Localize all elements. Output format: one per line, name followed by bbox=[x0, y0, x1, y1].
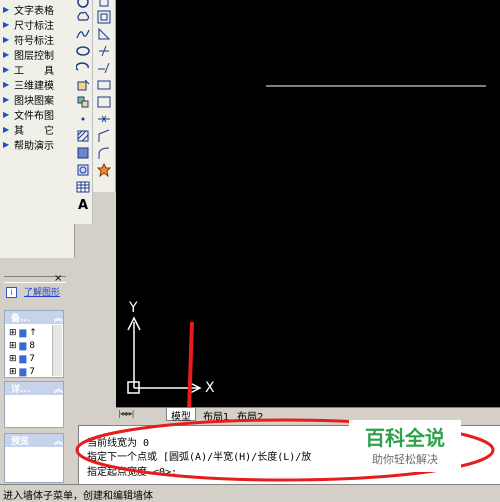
tree-item[interactable]: ⊞ ▆ 7 bbox=[9, 353, 37, 366]
panel-header[interactable]: 预览 ︽ bbox=[5, 434, 63, 447]
make-block-icon[interactable] bbox=[75, 94, 91, 110]
ucs-x-label: X bbox=[205, 380, 215, 396]
folder-icon: ▆ bbox=[19, 341, 27, 351]
scrollbar[interactable] bbox=[52, 325, 62, 376]
ucs-y-label: Y bbox=[129, 300, 138, 316]
menu-item-label: 图块图案 bbox=[14, 96, 54, 107]
arrow-right-icon: ▶ bbox=[3, 35, 10, 44]
menu-item-label: 文字表格 bbox=[14, 6, 54, 17]
spline-icon[interactable] bbox=[75, 26, 91, 42]
command-window[interactable]: 当前线宽为 0 指定下一个点或 [圆弧(A)/半宽(H)/长度(L)/放 指定起… bbox=[75, 418, 500, 485]
ellipse-icon[interactable] bbox=[75, 43, 91, 59]
menu-item-symbol[interactable]: ▶ 符号标注 bbox=[3, 33, 54, 47]
folder-icon: ▆ bbox=[19, 367, 27, 377]
stretch-icon[interactable] bbox=[96, 26, 112, 42]
left-menu-panel: ▶ 文字表格 ▶ 尺寸标注 ▶ 符号标注 ▶ 图层控制 ▶ 工 具 ▶ 三维建模 ▶ 图块图案… bbox=[0, 0, 75, 258]
menu-item-label: 文件布图 bbox=[14, 111, 54, 122]
tree-list: ⊞ ▆ ↑ ⊞ ▆ 8 ⊞ ▆ 7 ⊞ ▆ 7 bbox=[9, 327, 37, 379]
menu-item-tools[interactable]: ▶ 工 具 bbox=[3, 63, 54, 77]
menu-item-help[interactable]: ▶ 帮助演示 bbox=[3, 138, 54, 152]
point-icon[interactable] bbox=[75, 111, 91, 127]
panel-details: 详... ︽ bbox=[4, 381, 64, 428]
gradient-icon[interactable] bbox=[75, 145, 91, 161]
arrow-right-icon: ▶ bbox=[3, 5, 10, 14]
menu-item-label: 三维建模 bbox=[14, 81, 54, 92]
menu-item-label: 尺寸标注 bbox=[14, 21, 54, 32]
fillet-icon[interactable] bbox=[96, 128, 112, 144]
table-icon[interactable] bbox=[75, 179, 91, 195]
menu-item-label: 符号标注 bbox=[14, 36, 54, 47]
menu-item-other[interactable]: ▶ 其 它 bbox=[3, 123, 54, 137]
menu-item-label: 工 具 bbox=[14, 66, 54, 77]
break-icon[interactable] bbox=[96, 77, 112, 93]
panel-header[interactable]: 详... ︽ bbox=[5, 382, 63, 395]
status-bar: 进入墙体子菜单，创建和编辑墙体 bbox=[0, 484, 500, 502]
arrow-right-icon: ▶ bbox=[3, 65, 10, 74]
arrow-right-icon: ▶ bbox=[3, 50, 10, 59]
panel-blocks: 备... ︽ ⊞ ▆ ↑ ⊞ ▆ 8 ⊞ ▆ 7 ⊞ ▆ 7 bbox=[4, 310, 64, 378]
drawing-canvas[interactable]: Y X bbox=[116, 0, 500, 408]
tree-item[interactable]: ⊞ ▆ ↑ bbox=[9, 327, 37, 340]
arrow-right-icon: ▶ bbox=[3, 140, 10, 149]
menu-item-label: 图层控制 bbox=[14, 51, 54, 62]
insert-block-icon[interactable] bbox=[75, 77, 91, 93]
watermark-logo: 百科全说 助你轻松解决 bbox=[349, 420, 461, 472]
arrow-right-icon: ▶ bbox=[3, 125, 10, 134]
info-icon: i bbox=[6, 287, 17, 298]
status-text: 进入墙体子菜单，创建和编辑墙体 bbox=[3, 491, 153, 502]
arrow-right-icon: ▶ bbox=[3, 95, 10, 104]
region-icon[interactable] bbox=[75, 162, 91, 178]
collapse-icon[interactable]: ︽ bbox=[54, 311, 63, 324]
annotation-arrow bbox=[187, 321, 194, 408]
panel-preview: 预览 ︽ bbox=[4, 433, 64, 483]
folder-icon: ▆ bbox=[19, 354, 27, 364]
tree-item[interactable]: ⊞ ▆ 7 bbox=[9, 366, 37, 379]
watermark-subtitle: 助你轻松解决 bbox=[372, 453, 438, 466]
trim-icon[interactable] bbox=[96, 43, 112, 59]
explode-icon[interactable] bbox=[96, 162, 112, 178]
menu-item-layer[interactable]: ▶ 图层控制 bbox=[3, 48, 54, 62]
tree-item[interactable]: ⊞ ▆ 8 bbox=[9, 340, 37, 353]
menu-item-blocks[interactable]: ▶ 图块图案 bbox=[3, 93, 54, 107]
arrow-right-icon: ▶ bbox=[3, 80, 10, 89]
folder-icon: ▆ bbox=[19, 328, 27, 338]
learn-link[interactable]: 了解图形 bbox=[24, 285, 68, 298]
watermark-title: 百科全说 bbox=[365, 426, 445, 450]
menu-item-dimension[interactable]: ▶ 尺寸标注 bbox=[3, 18, 54, 32]
panel-header[interactable]: 备... ︽ bbox=[5, 311, 63, 324]
menu-item-text-table[interactable]: ▶ 文字表格 bbox=[3, 3, 54, 17]
canvas-graphics bbox=[127, 85, 486, 408]
menu-item-file-layout[interactable]: ▶ 文件布图 bbox=[3, 108, 54, 122]
hatch-icon[interactable] bbox=[75, 128, 91, 144]
cloud-icon[interactable] bbox=[75, 9, 91, 25]
arrow-right-icon: ▶ bbox=[3, 20, 10, 29]
close-icon[interactable]: × bbox=[54, 273, 62, 284]
join-icon[interactable] bbox=[96, 94, 112, 110]
modify-toolbar bbox=[93, 0, 116, 192]
fillet-round-icon[interactable] bbox=[96, 145, 112, 161]
menu-item-label: 帮助演示 bbox=[14, 141, 54, 152]
ellipse-arc-icon[interactable] bbox=[75, 60, 91, 76]
multiline-text-icon[interactable]: A bbox=[75, 197, 91, 213]
offset-icon[interactable] bbox=[96, 9, 112, 25]
draw-toolbar: A bbox=[74, 0, 93, 224]
arrow-right-icon: ▶ bbox=[3, 110, 10, 119]
chamfer-icon[interactable] bbox=[96, 111, 112, 127]
collapse-icon[interactable]: ︽ bbox=[54, 382, 63, 395]
collapse-icon[interactable]: ︽ bbox=[54, 434, 63, 447]
lower-left-panels: × i 了解图形 备... ︽ ⊞ ▆ ↑ ⊞ ▆ 8 ⊞ ▆ 7 ⊞ ▆ 7 详… bbox=[0, 258, 74, 483]
extend-icon[interactable] bbox=[96, 60, 112, 76]
menu-item-label: 其 它 bbox=[14, 126, 54, 137]
menu-item-3d[interactable]: ▶ 三维建模 bbox=[3, 78, 54, 92]
